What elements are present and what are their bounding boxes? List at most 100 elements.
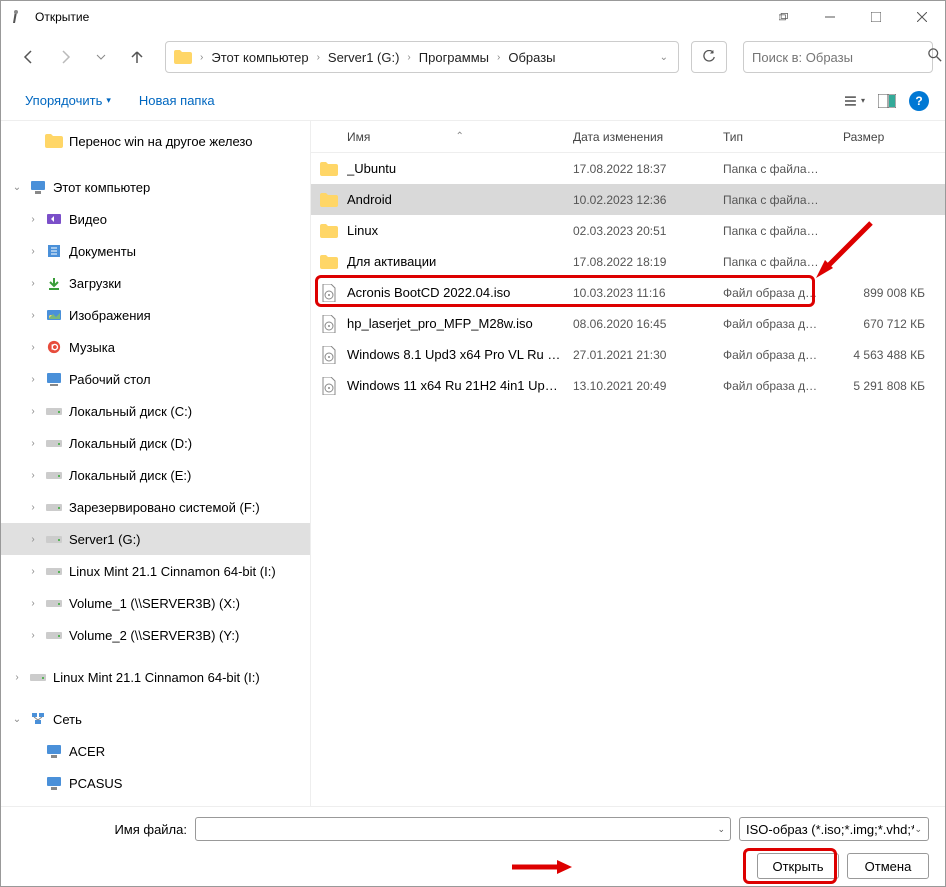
- chevron-right-icon[interactable]: ›: [25, 566, 41, 577]
- chevron-right-icon[interactable]: ›: [25, 342, 41, 353]
- file-date: 27.01.2021 21:30: [561, 348, 711, 362]
- maximize-button[interactable]: [853, 1, 899, 33]
- sort-arrow-icon: ⌃: [455, 131, 463, 142]
- sidebar-tree[interactable]: Перенос win на другое железо ⌄ Этот комп…: [1, 121, 311, 806]
- tree-item[interactable]: ACER: [1, 735, 310, 767]
- file-list[interactable]: _Ubuntu17.08.2022 18:37Папка с файламиAn…: [311, 153, 945, 806]
- tree-item[interactable]: ›Локальный диск (C:): [1, 395, 310, 427]
- breadcrumb-item[interactable]: Образы: [504, 48, 559, 67]
- file-name: _Ubuntu: [347, 161, 561, 176]
- file-row[interactable]: Acronis BootCD 2022.04.iso10.03.2023 11:…: [311, 277, 945, 308]
- address-bar[interactable]: › Этот компьютер › Server1 (G:) › Програ…: [165, 41, 679, 73]
- minimize-button[interactable]: [807, 1, 853, 33]
- refresh-button[interactable]: [691, 41, 727, 73]
- file-size: 5 291 808 КБ: [831, 379, 945, 393]
- breadcrumb-item[interactable]: Server1 (G:): [324, 48, 404, 67]
- tree-item[interactable]: ›Зарезервировано системой (F:): [1, 491, 310, 523]
- tree-item[interactable]: ›Музыка: [1, 331, 310, 363]
- filename-input[interactable]: [195, 817, 731, 841]
- chevron-down-icon[interactable]: ⌄: [9, 182, 25, 193]
- tree-item[interactable]: ›Локальный диск (E:): [1, 459, 310, 491]
- column-date[interactable]: Дата изменения: [561, 121, 711, 152]
- chevron-down-icon[interactable]: ⌄: [9, 714, 25, 725]
- back-button[interactable]: [13, 41, 45, 73]
- recent-dropdown[interactable]: [85, 41, 117, 73]
- drive-icon: [29, 668, 47, 686]
- tree-item[interactable]: ›Загрузки: [1, 267, 310, 299]
- tree-item[interactable]: ›Видео: [1, 203, 310, 235]
- open-button[interactable]: Открыть: [757, 853, 839, 879]
- file-row[interactable]: Android10.02.2023 12:36Папка с файлами: [311, 184, 945, 215]
- breadcrumb-item[interactable]: Этот компьютер: [207, 48, 312, 67]
- chevron-right-icon[interactable]: ›: [25, 246, 41, 257]
- chevron-right-icon[interactable]: ›: [25, 438, 41, 449]
- file-type: Файл образа диска: [711, 348, 831, 362]
- file-row[interactable]: _Ubuntu17.08.2022 18:37Папка с файлами: [311, 153, 945, 184]
- up-button[interactable]: [121, 41, 153, 73]
- close-button[interactable]: [899, 1, 945, 33]
- chevron-right-icon[interactable]: ›: [25, 374, 41, 385]
- file-type-filter[interactable]: ISO-образ (*.iso;*.img;*.vhd;*.u⌄: [739, 817, 929, 841]
- tree-this-pc[interactable]: ⌄ Этот компьютер: [1, 171, 310, 203]
- file-type: Папка с файлами: [711, 255, 831, 269]
- tree-item[interactable]: ›Linux Mint 21.1 Cinnamon 64-bit (I:): [1, 555, 310, 587]
- restore-tabs-button[interactable]: [761, 1, 807, 33]
- file-date: 13.10.2021 20:49: [561, 379, 711, 393]
- chevron-right-icon[interactable]: ›: [25, 630, 41, 641]
- chevron-right-icon[interactable]: ›: [25, 278, 41, 289]
- file-date: 10.02.2023 12:36: [561, 193, 711, 207]
- search-icon: [928, 48, 942, 67]
- file-row[interactable]: Linux02.03.2023 20:51Папка с файлами: [311, 215, 945, 246]
- filename-dropdown[interactable]: ⌄: [717, 824, 725, 835]
- file-row[interactable]: Windows 11 x64 Ru 21H2 4in1 Upd 10.20...…: [311, 370, 945, 401]
- tree-item[interactable]: ›Volume_2 (\\SERVER3B) (Y:): [1, 619, 310, 651]
- tree-item[interactable]: ›Изображения: [1, 299, 310, 331]
- tree-item[interactable]: ›Документы: [1, 235, 310, 267]
- cancel-button[interactable]: Отмена: [847, 853, 929, 879]
- tree-item-icon: [45, 242, 63, 260]
- file-row[interactable]: Для активации17.08.2022 18:19Папка с фай…: [311, 246, 945, 277]
- chevron-right-icon[interactable]: ›: [25, 470, 41, 481]
- tree-item-icon: [45, 466, 63, 484]
- search-box[interactable]: [743, 41, 933, 73]
- chevron-right-icon[interactable]: ›: [25, 502, 41, 513]
- chevron-right-icon[interactable]: ›: [25, 310, 41, 321]
- tree-item[interactable]: PCASUS: [1, 767, 310, 799]
- chevron-right-icon[interactable]: ›: [25, 406, 41, 417]
- chevron-right-icon[interactable]: ›: [25, 598, 41, 609]
- tree-item[interactable]: ›Server1 (G:): [1, 523, 310, 555]
- new-folder-button[interactable]: Новая папка: [131, 89, 223, 112]
- chevron-right-icon: ›: [198, 52, 205, 63]
- column-name[interactable]: Имя⌃: [311, 121, 561, 152]
- file-size: 4 563 488 КБ: [831, 348, 945, 362]
- organize-button[interactable]: Упорядочить▾: [17, 89, 119, 112]
- tree-folder[interactable]: Перенос win на другое железо: [1, 125, 310, 157]
- file-name: Windows 8.1 Upd3 x64 Pro VL Ru by OVG...: [347, 347, 561, 362]
- chevron-right-icon[interactable]: ›: [25, 534, 41, 545]
- search-input[interactable]: [752, 50, 928, 65]
- view-list-icon[interactable]: ▾: [845, 91, 865, 111]
- bottom-panel: Имя файла: ⌄ ISO-образ (*.iso;*.img;*.vh…: [1, 806, 945, 886]
- filename-label: Имя файла:: [17, 822, 187, 837]
- forward-button[interactable]: [49, 41, 81, 73]
- network-icon: [29, 710, 47, 728]
- tree-network[interactable]: ⌄ Сеть: [1, 703, 310, 735]
- tree-item[interactable]: ›Локальный диск (D:): [1, 427, 310, 459]
- file-row[interactable]: hp_laserjet_pro_MFP_M28w.iso08.06.2020 1…: [311, 308, 945, 339]
- tree-item[interactable]: › Linux Mint 21.1 Cinnamon 64-bit (I:): [1, 661, 310, 693]
- file-column-headers[interactable]: Имя⌃ Дата изменения Тип Размер: [311, 121, 945, 153]
- chevron-right-icon[interactable]: ›: [25, 214, 41, 225]
- preview-pane-icon[interactable]: [877, 91, 897, 111]
- address-history-dropdown[interactable]: ⌄: [654, 52, 674, 63]
- file-row[interactable]: Windows 8.1 Upd3 x64 Pro VL Ru by OVG...…: [311, 339, 945, 370]
- column-size[interactable]: Размер: [831, 121, 945, 152]
- breadcrumb-item[interactable]: Программы: [415, 48, 493, 67]
- help-icon[interactable]: ?: [909, 91, 929, 111]
- chevron-right-icon[interactable]: ›: [9, 672, 25, 683]
- column-type[interactable]: Тип: [711, 121, 831, 152]
- tree-item[interactable]: ›Рабочий стол: [1, 363, 310, 395]
- tree-item[interactable]: ›Volume_1 (\\SERVER3B) (X:): [1, 587, 310, 619]
- folder-icon: [311, 162, 347, 176]
- file-type: Файл образа диска: [711, 317, 831, 331]
- file-size: 899 008 КБ: [831, 286, 945, 300]
